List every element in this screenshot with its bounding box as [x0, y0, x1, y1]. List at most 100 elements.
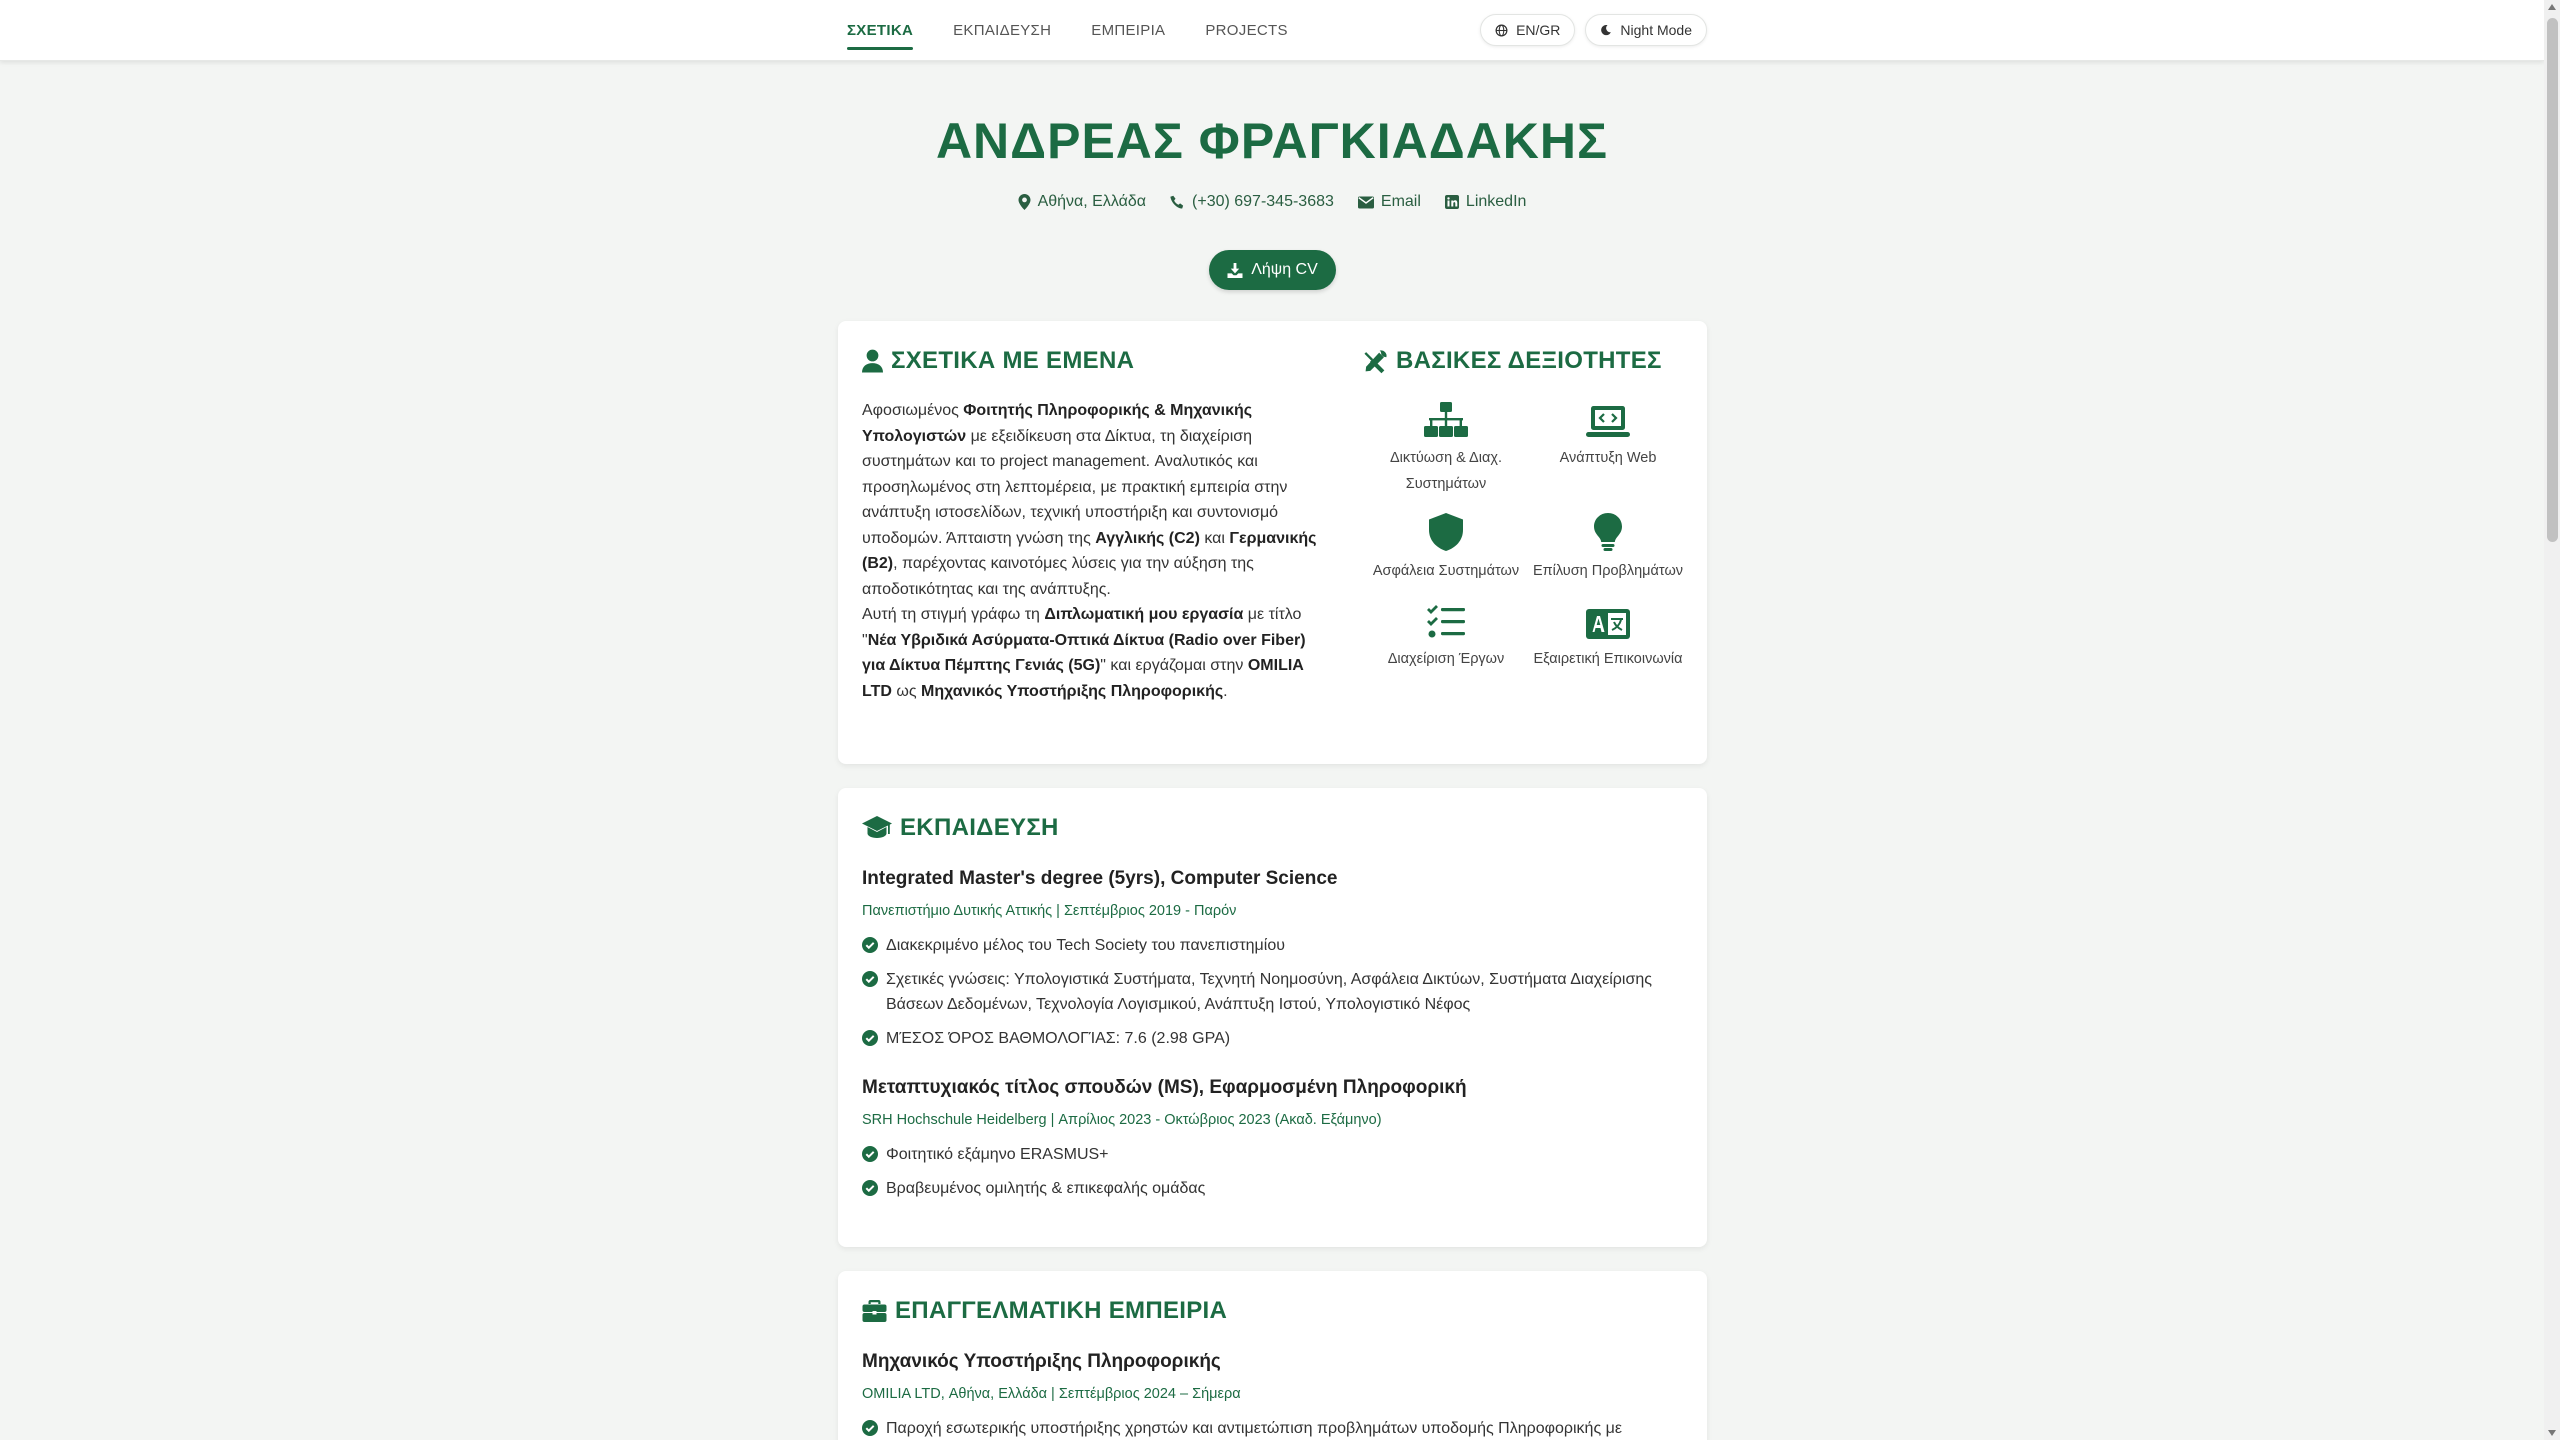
nav-experience[interactable]: ΕΜΠΕΙΡΙΑ [1091, 0, 1165, 61]
skill-item: Εξαιρετική Επικοινωνία [1527, 599, 1689, 673]
list-item: Βραβευμένος ομιλητής & επικεφαλής ομάδας [862, 1176, 1662, 1201]
text-run: . [1223, 682, 1228, 700]
briefcase-icon [862, 1300, 887, 1322]
education-entry-meta: Πανεπιστήμιο Δυτικής Αττικής | Σεπτέμβρι… [862, 903, 1237, 919]
linkedin-icon [1444, 195, 1459, 209]
phone-link[interactable]: (+30) 697-345-3683 [1170, 193, 1334, 211]
skill-item: Ασφάλεια Συστημάτων [1365, 511, 1527, 585]
text-run: Αυτή τη στιγμή γράφω τη [862, 606, 1045, 623]
list-item: Φοιτητικό εξάμηνο ERASMUS+ [862, 1142, 1662, 1167]
list-check-icon [1427, 604, 1465, 637]
check-circle-icon [862, 1146, 878, 1162]
experience-entry-meta: OMILIA LTD, Αθήνα, Ελλάδα | Σεπτέμβριος … [862, 1386, 1241, 1402]
text-run: , παρέχοντας καινοτόμες λύσεις για την α… [862, 555, 1254, 598]
language-toggle-button[interactable]: EN/GR [1480, 14, 1576, 46]
email-label: Email [1380, 193, 1421, 210]
network-icon [1424, 402, 1468, 437]
moon-icon [1601, 24, 1612, 36]
about-paragraph-2: Αυτή τη στιγμή γράφω τη Διπλωματική μου … [862, 602, 1322, 704]
bullet-text: ΜΈΣΟΣ ΌΡΟΣ ΒΑΘΜΟΛΟΓΊΑΣ: 7.6 (2.98 GPA) [886, 1030, 1231, 1047]
skill-item: Δικτύωση & Διαχ. Συστημάτων [1365, 398, 1527, 497]
download-cv-label: Λήψη CV [1251, 261, 1318, 278]
experience-card: ΕΠΑΓΓΕΛΜΑΤΙΚΗ ΕΜΠΕΙΡΙΑ Μηχανικός Υποστήρ… [838, 1271, 1707, 1440]
list-item: ΜΈΣΟΣ ΌΡΟΣ ΒΑΘΜΟΛΟΓΊΑΣ: 7.6 (2.98 GPA) [862, 1026, 1662, 1051]
list-item: Παροχή εσωτερικής υποστήριξης χρηστών κα… [862, 1416, 1662, 1440]
skill-label: Ανάπτυξη Web [1559, 450, 1657, 466]
emphasis-text: Αγγλικής (C2) [1095, 529, 1200, 547]
lightbulb-icon [1594, 513, 1622, 551]
shield-icon [1429, 513, 1463, 551]
experience-entry-title: Μηχανικός Υποστήριξης Πληροφορικής [862, 1351, 1221, 1372]
night-mode-button[interactable]: Night Mode [1585, 14, 1707, 46]
about-text: Αφοσιωμένος Φοιτητής Πληροφορικής & Μηχα… [862, 398, 1322, 704]
text-run: " και εργάζομαι στην [1100, 657, 1248, 674]
list-item: Διακεκριμένο μέλος του Tech Society του … [862, 933, 1662, 958]
tools-icon [1364, 349, 1387, 373]
graduation-cap-icon [862, 816, 892, 838]
skill-label: Εξαιρετική Επικοινωνία [1533, 650, 1683, 667]
email-link[interactable]: Email [1357, 193, 1421, 211]
bullet-text: Παροχή εσωτερικής υποστήριξης χρηστών κα… [886, 1420, 1622, 1437]
education-card: ΕΚΠΑΙΔΕΥΣΗ Integrated Master's degree (5… [838, 788, 1707, 1247]
text-run: και [1199, 529, 1230, 547]
nav-projects[interactable]: PROJECTS [1205, 0, 1287, 61]
skill-item: Διαχείριση Έργων [1365, 599, 1527, 673]
list-item: Σχετικές γνώσεις: Υπολογιστικά Συστήματα… [862, 967, 1662, 1017]
envelope-icon [1357, 196, 1374, 208]
experience-title-text: ΕΠΑΓΓΕΛΜΑΤΙΚΗ ΕΜΠΕΙΡΙΑ [895, 1297, 1228, 1324]
page-scrollbar[interactable] [2544, 0, 2560, 1440]
phone-text: (+30) 697-345-3683 [1192, 193, 1334, 210]
check-circle-icon [862, 1030, 878, 1046]
skill-item: Ανάπτυξη Web [1527, 398, 1689, 497]
bullet-text: Σχετικές γνώσεις: Υπολογιστικά Συστήματα… [886, 971, 1652, 1013]
emphasis-text: Μηχανικός Υποστήριξης Πληροφορικής [921, 682, 1224, 700]
skill-item: Επίλυση Προβλημάτων [1527, 511, 1689, 585]
language-icon [1586, 608, 1630, 639]
text-run: ως [891, 682, 922, 700]
experience-title: ΕΠΑΓΓΕΛΜΑΤΙΚΗ ΕΜΠΕΙΡΙΑ [862, 1297, 1227, 1325]
skill-label: Ασφάλεια Συστημάτων [1372, 563, 1520, 579]
education-entry-bullets: Φοιτητικό εξάμηνο ERASMUS+ Βραβευμένος ο… [862, 1142, 1662, 1210]
laptop-code-icon [1586, 406, 1630, 437]
text-run: Αφοσιωμένος [862, 402, 964, 419]
page-title: ΑΝΔΡΕΑΣ ΦΡΑΓΚΙΑΔΑΚΗΣ [935, 113, 1609, 169]
top-navbar: ΣΧΕΤΙΚΑ ΕΚΠΑΙΔΕΥΣΗ ΕΜΠΕΙΡΙΑ PROJECTS EN/… [0, 0, 2544, 61]
nav-education[interactable]: ΕΚΠΑΙΔΕΥΣΗ [953, 0, 1051, 61]
top-actions: EN/GR Night Mode [1470, 14, 1707, 46]
education-title-text: ΕΚΠΑΙΔΕΥΣΗ [900, 814, 1059, 841]
download-icon [1227, 262, 1243, 278]
skills-title-text: ΒΑΣΙΚΕΣ ΔΕΞΙΟΤΗΤΕΣ [1396, 347, 1662, 374]
bullet-text: Διακεκριμένο μέλος του Tech Society του … [886, 937, 1285, 954]
phone-icon [1170, 195, 1184, 209]
skill-label: Δικτύωση & Διαχ. Συστημάτων [1389, 450, 1502, 492]
scroll-down-arrow-icon[interactable] [2548, 1430, 2556, 1436]
nav-about[interactable]: ΣΧΕΤΙΚΑ [847, 0, 914, 61]
about-title: ΣΧΕΤΙΚΑ ΜΕ ΕΜΕΝΑ [862, 347, 1134, 375]
scroll-up-arrow-icon[interactable] [2548, 4, 2556, 10]
globe-icon [1495, 24, 1508, 36]
about-title-text: ΣΧΕΤΙΚΑ ΜΕ ΕΜΕΝΑ [891, 347, 1135, 374]
linkedin-link[interactable]: LinkedIn [1444, 193, 1526, 211]
skill-label: Διαχείριση Έργων [1387, 650, 1505, 667]
emphasis-text: Διπλωματική μου εργασία [1044, 606, 1244, 623]
main-nav: ΣΧΕΤΙΚΑ ΕΚΠΑΙΔΕΥΣΗ ΕΜΠΕΙΡΙΑ PROJECTS [847, 0, 1328, 61]
check-circle-icon [862, 1420, 878, 1436]
language-toggle-label: EN/GR [1516, 22, 1561, 38]
user-icon [862, 349, 883, 373]
download-cv-button[interactable]: Λήψη CV [1209, 250, 1336, 290]
bullet-text: Φοιτητικό εξάμηνο ERASMUS+ [886, 1146, 1109, 1163]
skills-grid: Δικτύωση & Διαχ. Συστημάτων Ανάπτυξη Web… [1365, 398, 1689, 672]
check-circle-icon [862, 971, 878, 987]
skill-label: Επίλυση Προβλημάτων [1532, 563, 1684, 579]
education-entry-title: Integrated Master's degree (5yrs), Compu… [862, 868, 1338, 889]
check-circle-icon [862, 937, 878, 953]
location-text: Αθήνα, Ελλάδα [1037, 193, 1147, 210]
check-circle-icon [862, 1180, 878, 1196]
education-entry-title: Μεταπτυχιακός τίτλος σπουδών (MS), Εφαρμ… [862, 1077, 1467, 1098]
scrollbar-thumb[interactable] [2547, 18, 2558, 542]
education-title: ΕΚΠΑΙΔΕΥΣΗ [862, 814, 1059, 842]
location-pin-icon [1018, 194, 1031, 210]
education-entry-meta: SRH Hochschule Heidelberg | Απρίλιος 202… [862, 1112, 1382, 1128]
location-item: Αθήνα, Ελλάδα [1018, 193, 1146, 211]
about-paragraph-1: Αφοσιωμένος Φοιτητής Πληροφορικής & Μηχα… [862, 398, 1322, 602]
